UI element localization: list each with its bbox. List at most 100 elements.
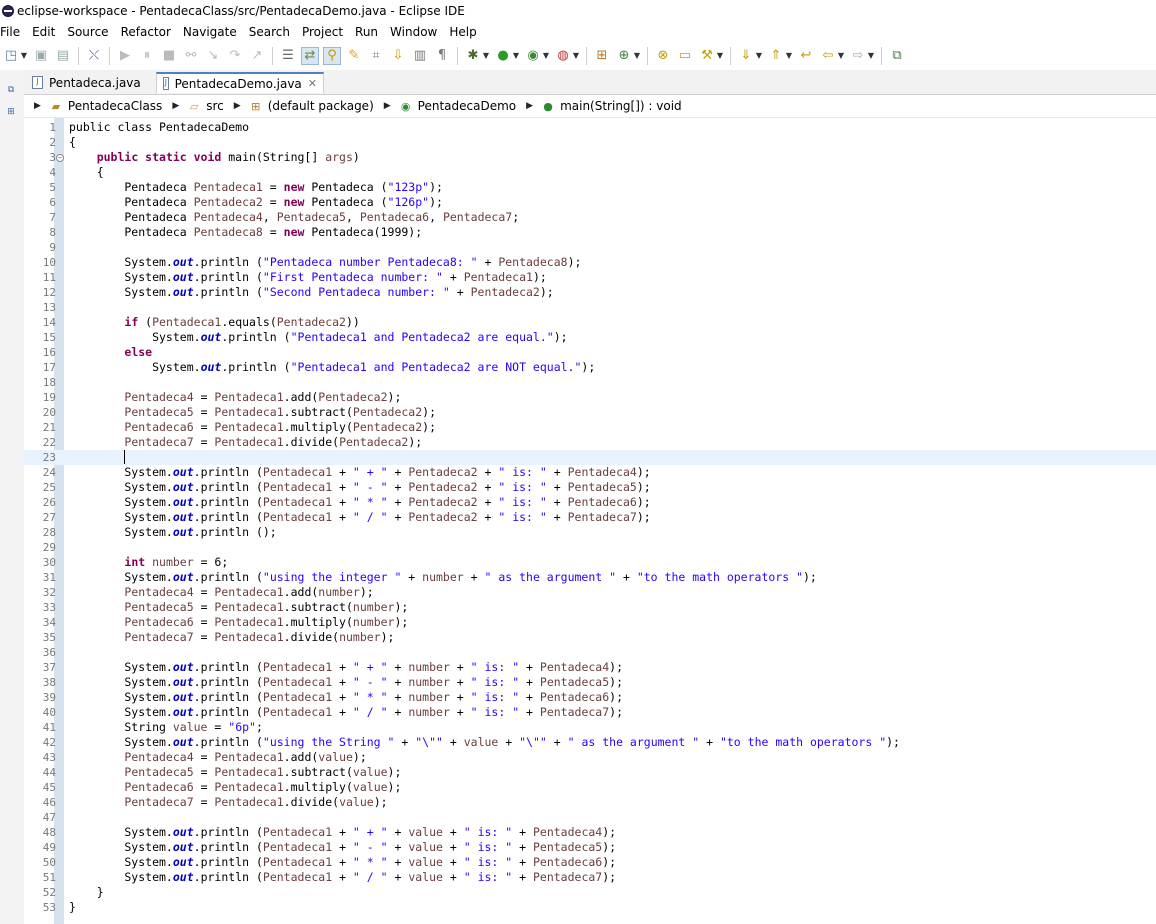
forward-dropdown-icon[interactable]: ▼ — [868, 48, 874, 64]
code-line[interactable]: 11 System.out.println ("First Pentadeca … — [24, 270, 1156, 285]
code-line[interactable]: 17 System.out.println ("Pentadeca1 and P… — [24, 360, 1156, 375]
new-icon[interactable]: ◳ — [3, 48, 19, 64]
code-line[interactable]: 14 if (Pentadeca1.equals(Pentadeca2)) — [24, 315, 1156, 330]
code-line[interactable]: 48 System.out.println (Pentadeca1 + " + … — [24, 825, 1156, 840]
code-line[interactable]: 52 } — [24, 885, 1156, 900]
back-dropdown-icon[interactable]: ▼ — [838, 48, 844, 64]
code-line[interactable]: 30 int number = 6; — [24, 555, 1156, 570]
menu-project[interactable]: Project — [300, 25, 353, 39]
breadcrumb-project[interactable]: ▶ ▰ PentadecaClass — [34, 99, 162, 113]
code-line[interactable]: 19 Pentadeca4 = Pentadeca1.add(Pentadeca… — [24, 390, 1156, 405]
code-line[interactable]: 13 — [24, 300, 1156, 315]
external-tools-dropdown-icon[interactable]: ▼ — [573, 48, 579, 64]
code-line[interactable]: 47 — [24, 810, 1156, 825]
next-annotation-icon[interactable]: ⇩ — [390, 48, 406, 64]
menu-refactor[interactable]: Refactor — [119, 25, 181, 39]
debug-dropdown-icon[interactable]: ▼ — [483, 48, 489, 64]
save-all-icon[interactable]: ▤ — [55, 48, 71, 64]
code-line[interactable]: 37 System.out.println (Pentadeca1 + " + … — [24, 660, 1156, 675]
previous-annotation-icon[interactable]: ⇑ — [768, 48, 784, 64]
menu-navigate[interactable]: Navigate — [181, 25, 247, 39]
suspend-icon[interactable]: ⏸ — [139, 48, 155, 64]
toggle-mark-occurrences-icon[interactable]: ⇄ — [301, 47, 319, 65]
code-line[interactable]: 26 System.out.println (Pentadeca1 + " * … — [24, 495, 1156, 510]
pilcrow-icon[interactable]: ¶ — [434, 48, 450, 64]
step-into-icon[interactable]: ↘ — [205, 48, 221, 64]
run-icon[interactable]: ● — [495, 48, 511, 64]
code-line[interactable]: 32 Pentadeca4 = Pentadeca1.add(number); — [24, 585, 1156, 600]
new-dropdown-icon[interactable]: ▼ — [21, 48, 27, 64]
coverage-dropdown-icon[interactable]: ▼ — [543, 48, 549, 64]
code-line[interactable]: 21 Pentadeca6 = Pentadeca1.multiply(Pent… — [24, 420, 1156, 435]
forward-icon[interactable]: ⇨ — [850, 48, 866, 64]
new-java-class-icon[interactable]: ⊕ — [616, 48, 632, 64]
search-dropdown-icon[interactable]: ▼ — [717, 48, 723, 64]
new-java-package-icon[interactable]: ⊞ — [594, 48, 610, 64]
block-selection-icon[interactable]: ⌗ — [368, 48, 384, 64]
last-edit-location-icon[interactable]: ↩ — [798, 48, 814, 64]
code-line[interactable]: 20 Pentadeca5 = Pentadeca1.subtract(Pent… — [24, 405, 1156, 420]
code-line[interactable]: 53} — [24, 900, 1156, 915]
next-annotation-dropdown-icon[interactable]: ▼ — [756, 48, 762, 64]
save-icon[interactable]: ▣ — [33, 48, 49, 64]
resume-icon[interactable]: ▶ — [117, 48, 133, 64]
breadcrumb-folder[interactable]: ▶ ▱ src — [172, 99, 223, 113]
open-type-icon[interactable]: ⊗ — [655, 48, 671, 64]
next-annotation-nav-icon[interactable]: ⇓ — [738, 48, 754, 64]
run-dropdown-icon[interactable]: ▼ — [513, 48, 519, 64]
code-line[interactable]: 34 Pentadeca6 = Pentadeca1.multiply(numb… — [24, 615, 1156, 630]
package-explorer-icon[interactable]: ⊞ — [4, 106, 18, 118]
menu-run[interactable]: Run — [353, 25, 388, 39]
code-line[interactable]: 25 System.out.println (Pentadeca1 + " - … — [24, 480, 1156, 495]
code-line[interactable]: 49 System.out.println (Pentadeca1 + " - … — [24, 840, 1156, 855]
breadcrumb-package[interactable]: ▶ ⊞ (default package) — [234, 99, 374, 113]
word-wrap-icon[interactable]: ☰ — [280, 48, 296, 64]
tab-pentadecademo-java[interactable]: J PentadecaDemo.java ✕ — [156, 72, 324, 93]
code-line[interactable]: 10 System.out.println ("Pentadeca number… — [24, 255, 1156, 270]
code-line[interactable]: 43 Pentadeca4 = Pentadeca1.add(value); — [24, 750, 1156, 765]
search-icon[interactable]: ⚒ — [699, 48, 715, 64]
code-editor[interactable]: 1 public class PentadecaDemo 2{3− public s… — [24, 118, 1156, 924]
code-line[interactable]: 18 — [24, 375, 1156, 390]
highlight-icon[interactable]: ✎ — [346, 48, 362, 64]
skip-breakpoints-icon[interactable]: ⤬ — [86, 48, 102, 64]
terminate-icon[interactable]: ■ — [161, 48, 177, 64]
back-icon[interactable]: ⇦ — [820, 48, 836, 64]
code-line[interactable]: 3− public static void main(String[] args… — [24, 150, 1156, 165]
code-line[interactable]: 27 System.out.println (Pentadeca1 + " / … — [24, 510, 1156, 525]
open-task-icon[interactable]: ▭ — [677, 48, 693, 64]
coverage-icon[interactable]: ◉ — [525, 48, 541, 64]
breadcrumb-class[interactable]: ▶ ◉ PentadecaDemo — [384, 99, 516, 113]
code-line[interactable]: 42 System.out.println ("using the String… — [24, 735, 1156, 750]
code-line[interactable]: 28 System.out.println (); — [24, 525, 1156, 540]
code-line[interactable]: 45 Pentadeca6 = Pentadeca1.multiply(valu… — [24, 780, 1156, 795]
code-line[interactable]: 12 System.out.println ("Second Pentadeca… — [24, 285, 1156, 300]
tab-pentadeca-java[interactable]: J Pentadeca.java — [26, 72, 154, 93]
code-line[interactable]: 41 String value = "6p"; — [24, 720, 1156, 735]
code-line[interactable]: 1 public class PentadecaDemo — [24, 120, 1156, 135]
code-line[interactable]: 22 Pentadeca7 = Pentadeca1.divide(Pentad… — [24, 435, 1156, 450]
code-line[interactable]: 29 — [24, 540, 1156, 555]
restore-icon[interactable]: ⧉ — [4, 84, 18, 96]
menu-window[interactable]: Window — [388, 25, 447, 39]
breadcrumb-method[interactable]: ▶ ● main(String[]) : void — [526, 99, 682, 113]
external-tools-icon[interactable]: ◍ — [555, 48, 571, 64]
code-line[interactable]: 5 Pentadeca Pentadeca1 = new Pentadeca (… — [24, 180, 1156, 195]
code-line[interactable]: 44 Pentadeca5 = Pentadeca1.subtract(valu… — [24, 765, 1156, 780]
code-line[interactable]: 24 System.out.println (Pentadeca1 + " + … — [24, 465, 1156, 480]
code-line[interactable]: 8 Pentadeca Pentadeca8 = new Pentadeca(1… — [24, 225, 1156, 240]
open-perspective-icon[interactable]: ⧉ — [889, 48, 905, 64]
menu-search[interactable]: Search — [247, 25, 300, 39]
menu-source[interactable]: Source — [65, 25, 118, 39]
close-icon[interactable]: ✕ — [308, 77, 317, 90]
code-line[interactable]: 35 Pentadeca7 = Pentadeca1.divide(number… — [24, 630, 1156, 645]
menu-edit[interactable]: Edit — [30, 25, 65, 39]
step-over-icon[interactable]: ↷ — [227, 48, 243, 64]
code-line[interactable]: 7 Pentadeca Pentadeca4, Pentadeca5, Pent… — [24, 210, 1156, 225]
step-return-icon[interactable]: ↗ — [249, 48, 265, 64]
code-line[interactable]: 2{ — [24, 135, 1156, 150]
code-line[interactable]: 36 — [24, 645, 1156, 660]
code-line[interactable]: 16 else — [24, 345, 1156, 360]
code-line[interactable]: 6 Pentadeca Pentadeca2 = new Pentadeca (… — [24, 195, 1156, 210]
show-whitespace-icon[interactable]: ▥ — [412, 48, 428, 64]
